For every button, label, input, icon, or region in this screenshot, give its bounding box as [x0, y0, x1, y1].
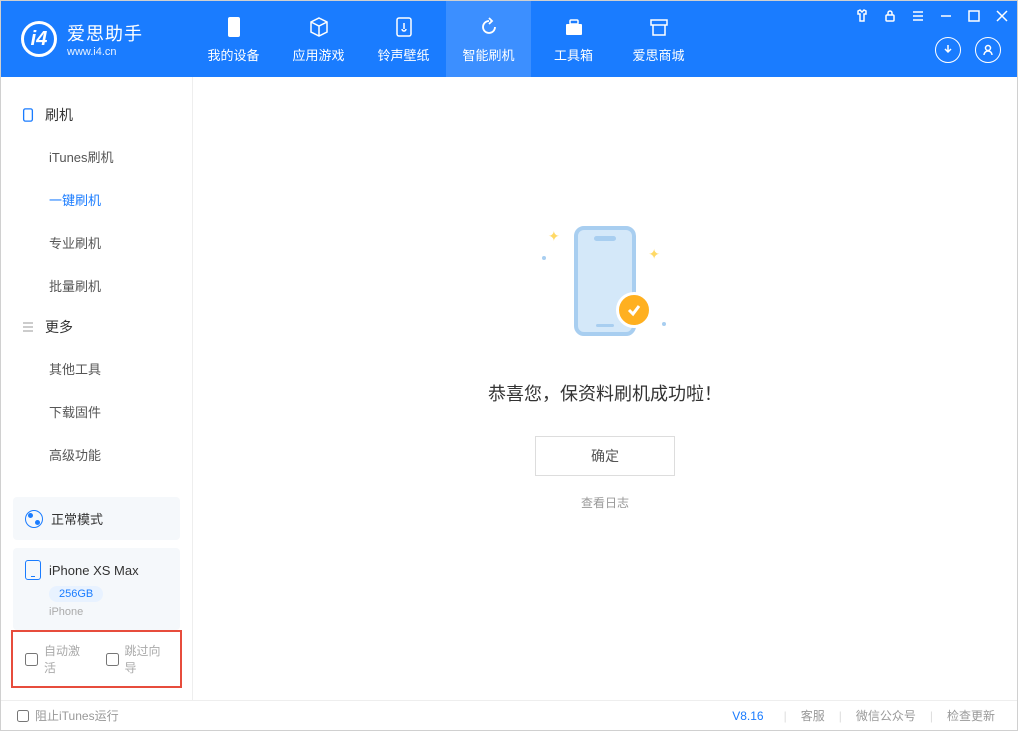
dot-icon — [662, 322, 666, 326]
device-name: iPhone XS Max — [49, 563, 139, 578]
nav-smart-flash[interactable]: 智能刷机 — [446, 1, 531, 77]
nav-store[interactable]: 爱思商城 — [616, 1, 701, 77]
sparkle-icon: ✦ — [548, 228, 560, 245]
sidebar-item-oneclick-flash[interactable]: 一键刷机 — [1, 178, 192, 221]
checkbox-block-itunes[interactable]: 阻止iTunes运行 — [17, 707, 119, 724]
sidebar: 刷机 iTunes刷机 一键刷机 专业刷机 批量刷机 更多 其他工具 下载固件 … — [1, 77, 193, 700]
view-log-link[interactable]: 查看日志 — [581, 494, 629, 511]
checkbox-block-itunes-input[interactable] — [17, 710, 29, 722]
app-header: i4 爱思助手 www.i4.cn 我的设备 应用游戏 铃声壁纸 智能刷机 工具… — [1, 1, 1017, 77]
sidebar-item-other-tools[interactable]: 其他工具 — [1, 347, 192, 390]
success-illustration: ✦ ✦ — [530, 206, 680, 356]
checkmark-badge-icon — [616, 292, 652, 328]
header-actions — [935, 37, 1001, 63]
lock-icon[interactable] — [883, 9, 897, 23]
version-label: V8.16 — [732, 709, 763, 723]
footer-link-update[interactable]: 检查更新 — [941, 707, 1001, 724]
close-button[interactable] — [995, 9, 1009, 23]
cube-icon — [307, 15, 331, 39]
top-nav: 我的设备 应用游戏 铃声壁纸 智能刷机 工具箱 爱思商城 — [191, 1, 701, 77]
nav-toolbox[interactable]: 工具箱 — [531, 1, 616, 77]
device-icon — [222, 15, 246, 39]
sparkle-icon: ✦ — [648, 246, 660, 263]
highlighted-options: 自动激活 跳过向导 — [11, 630, 182, 688]
mode-icon — [25, 510, 43, 528]
sidebar-item-itunes-flash[interactable]: iTunes刷机 — [1, 135, 192, 178]
nav-apps-games[interactable]: 应用游戏 — [276, 1, 361, 77]
main-content: ✦ ✦ 恭喜您，保资料刷机成功啦！ 确定 查看日志 — [193, 77, 1017, 700]
sidebar-group-more: 更多 — [1, 307, 192, 347]
logo-icon: i4 — [21, 21, 57, 57]
nav-my-device[interactable]: 我的设备 — [191, 1, 276, 77]
menu-icon[interactable] — [911, 9, 925, 23]
menu-icon — [21, 320, 35, 334]
phone-icon — [21, 108, 35, 122]
mode-label: 正常模式 — [51, 509, 103, 528]
checkbox-skip-wizard-input[interactable] — [106, 653, 119, 666]
shirt-icon[interactable] — [855, 9, 869, 23]
confirm-button[interactable]: 确定 — [535, 436, 675, 476]
download-button[interactable] — [935, 37, 961, 63]
nav-ringtone-wallpaper[interactable]: 铃声壁纸 — [361, 1, 446, 77]
footer-link-support[interactable]: 客服 — [795, 707, 831, 724]
store-icon — [647, 15, 671, 39]
footer-link-wechat[interactable]: 微信公众号 — [850, 707, 922, 724]
device-type: iPhone — [49, 606, 168, 618]
checkbox-auto-activate-input[interactable] — [25, 653, 38, 666]
sidebar-item-pro-flash[interactable]: 专业刷机 — [1, 221, 192, 264]
dot-icon — [542, 256, 546, 260]
window-controls — [855, 9, 1009, 23]
sidebar-item-advanced[interactable]: 高级功能 — [1, 433, 192, 476]
status-bar: 阻止iTunes运行 V8.16 | 客服 | 微信公众号 | 检查更新 — [1, 700, 1017, 730]
refresh-icon — [477, 15, 501, 39]
device-card[interactable]: iPhone XS Max 256GB iPhone — [13, 548, 180, 630]
sidebar-item-download-firmware[interactable]: 下载固件 — [1, 390, 192, 433]
sidebar-group-flash: 刷机 — [1, 95, 192, 135]
success-message: 恭喜您，保资料刷机成功啦！ — [488, 380, 722, 406]
app-url: www.i4.cn — [67, 46, 143, 58]
storage-badge: 256GB — [49, 586, 103, 602]
mode-card[interactable]: 正常模式 — [13, 497, 180, 540]
toolbox-icon — [562, 15, 586, 39]
checkbox-skip-wizard[interactable]: 跳过向导 — [106, 642, 169, 676]
app-name: 爱思助手 — [67, 20, 143, 46]
checkbox-auto-activate[interactable]: 自动激活 — [25, 642, 88, 676]
sidebar-item-batch-flash[interactable]: 批量刷机 — [1, 264, 192, 307]
music-icon — [392, 15, 416, 39]
maximize-button[interactable] — [967, 9, 981, 23]
logo-area: i4 爱思助手 www.i4.cn — [1, 20, 191, 58]
minimize-button[interactable] — [939, 9, 953, 23]
user-button[interactable] — [975, 37, 1001, 63]
phone-icon — [25, 560, 41, 580]
